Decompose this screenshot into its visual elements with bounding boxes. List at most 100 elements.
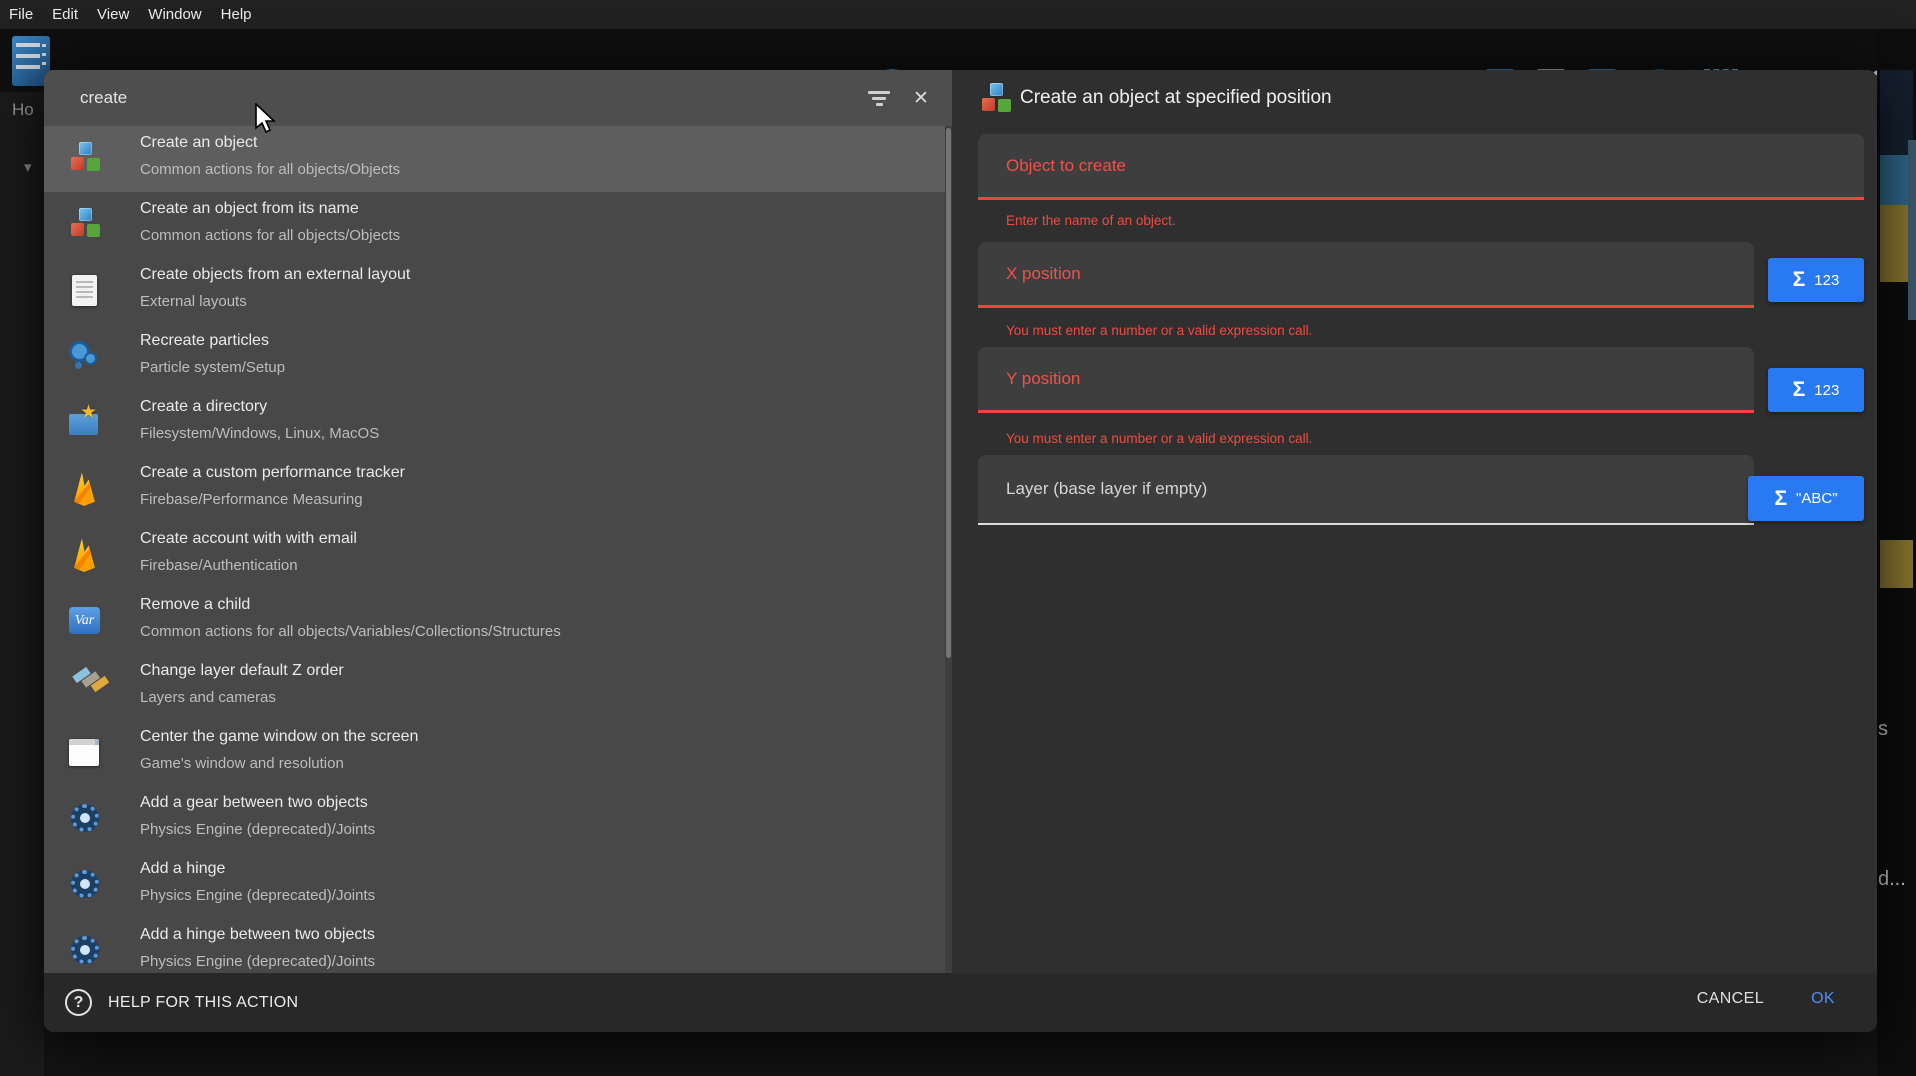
list-item[interactable]: Add a gear between two objects Physics E… [44, 786, 952, 852]
home-tab-partial: Ho [12, 100, 34, 120]
y-position-label: Y position [1006, 369, 1080, 389]
menu-view[interactable]: View [97, 6, 129, 23]
layer-label: Layer (base layer if empty) [1006, 479, 1207, 499]
action-icon [67, 471, 103, 507]
action-subtitle: Firebase/Performance Measuring [140, 491, 363, 508]
action-icon [67, 669, 103, 705]
list-item[interactable]: Add a hinge between two objects Physics … [44, 918, 952, 973]
app-window: File Edit View Window Help PREVIEW PUBLI… [0, 0, 1916, 1076]
filter-icon[interactable] [866, 88, 892, 109]
action-subtitle: Common actions for all objects/Variables… [140, 623, 561, 640]
action-icon: Var [67, 603, 103, 639]
action-subtitle: External layouts [140, 293, 247, 310]
list-item[interactable]: Center the game window on the screen Gam… [44, 720, 952, 786]
y-expression-button-label: 123 [1814, 382, 1839, 399]
menu-help[interactable]: Help [221, 6, 252, 23]
action-title: Create a custom performance tracker [140, 464, 405, 482]
editor-header: Create an object at specified position [978, 82, 1332, 114]
action-title: Add a hinge [140, 860, 225, 878]
new-action-dialog: ✕ Create an object Common actions for al… [44, 70, 1877, 1032]
action-subtitle: Layers and cameras [140, 689, 276, 706]
list-item[interactable]: Create an object from its name Common ac… [44, 192, 952, 258]
menu-bar: File Edit View Window Help [0, 0, 1916, 29]
action-title: Create an object from its name [140, 200, 359, 218]
x-error-text: You must enter a number or a valid expre… [1006, 323, 1312, 338]
chevron-down-icon[interactable]: ▾ [24, 158, 32, 176]
search-bar: ✕ [44, 70, 952, 126]
action-title: Create account with with email [140, 530, 357, 548]
action-subtitle: Common actions for all objects/Objects [140, 161, 400, 178]
sigma-icon: Σ [1774, 487, 1787, 511]
action-icon [67, 405, 103, 441]
action-title: Remove a child [140, 596, 250, 614]
editor-title: Create an object at specified position [1020, 87, 1332, 109]
y-position-field[interactable]: Y position [978, 347, 1754, 413]
help-button[interactable]: ? HELP FOR THIS ACTION [65, 973, 298, 1032]
action-icon [67, 801, 103, 837]
list-item[interactable]: Create a custom performance tracker Fire… [44, 456, 952, 522]
list-item[interactable]: Recreate particles Particle system/Setup [44, 324, 952, 390]
layer-expression-button-label: "ABC" [1796, 490, 1838, 507]
list-item[interactable]: Add a hinge Physics Engine (deprecated)/… [44, 852, 952, 918]
list-item[interactable]: Create a directory Filesystem/Windows, L… [44, 390, 952, 456]
x-expression-button-label: 123 [1814, 272, 1839, 289]
action-subtitle: Particle system/Setup [140, 359, 285, 376]
action-subtitle: Common actions for all objects/Objects [140, 227, 400, 244]
action-title: Change layer default Z order [140, 662, 344, 680]
action-icon [67, 867, 103, 903]
x-expression-button[interactable]: Σ 123 [1768, 258, 1864, 302]
action-title: Create a directory [140, 398, 267, 416]
menu-file[interactable]: File [9, 6, 33, 23]
search-input[interactable] [80, 88, 866, 108]
menu-window[interactable]: Window [148, 6, 201, 23]
action-subtitle: Physics Engine (deprecated)/Joints [140, 887, 375, 904]
action-icon [67, 537, 103, 573]
dialog-footer: ? HELP FOR THIS ACTION CANCEL OK [44, 973, 1877, 1032]
help-icon: ? [65, 989, 92, 1016]
background-text-partial: d... [1878, 868, 1906, 891]
action-title: Add a hinge between two objects [140, 926, 375, 944]
action-subtitle: Physics Engine (deprecated)/Joints [140, 953, 375, 970]
layer-field[interactable]: Layer (base layer if empty) [978, 455, 1754, 525]
action-subtitle: Firebase/Authentication [140, 557, 298, 574]
x-position-field[interactable]: X position [978, 242, 1754, 308]
sigma-icon: Σ [1793, 268, 1806, 292]
list-item[interactable]: Change layer default Z order Layers and … [44, 654, 952, 720]
y-error-text: You must enter a number or a valid expre… [1006, 431, 1312, 446]
list-item[interactable]: Create account with with email Firebase/… [44, 522, 952, 588]
object-to-create-field[interactable]: Object to create [978, 134, 1864, 200]
action-title: Add a gear between two objects [140, 794, 368, 812]
action-icon [67, 273, 103, 309]
background-panel [0, 92, 44, 1076]
background-object [1880, 540, 1913, 588]
action-icon [67, 735, 103, 771]
object-helper-text: Enter the name of an object. [1006, 213, 1176, 228]
object-to-create-label: Object to create [1006, 156, 1126, 176]
action-title: Create objects from an external layout [140, 266, 410, 284]
list-item[interactable]: Create an object Common actions for all … [44, 126, 952, 192]
action-title: Create an object [140, 134, 257, 152]
background-scrollbar [1908, 140, 1916, 320]
action-icon [67, 933, 103, 969]
help-button-label: HELP FOR THIS ACTION [108, 994, 298, 1012]
action-icon [67, 207, 103, 243]
ok-button[interactable]: OK [1811, 990, 1835, 1008]
menu-edit[interactable]: Edit [52, 6, 78, 23]
action-title: Center the game window on the screen [140, 728, 418, 746]
action-list: Create an object Common actions for all … [44, 126, 952, 973]
list-scrollbar-thumb[interactable] [946, 128, 951, 658]
sigma-icon: Σ [1793, 378, 1806, 402]
cancel-button[interactable]: CANCEL [1697, 990, 1764, 1008]
var-icon-label: Var [69, 607, 100, 634]
layer-expression-button[interactable]: Σ "ABC" [1748, 476, 1864, 521]
action-icon [67, 141, 103, 177]
x-position-label: X position [1006, 264, 1081, 284]
cubes-icon [978, 82, 1008, 114]
close-icon[interactable]: ✕ [906, 87, 936, 110]
background-scene-strip: s d... [1877, 29, 1916, 1076]
list-item[interactable]: Create objects from an external layout E… [44, 258, 952, 324]
list-item[interactable]: Var Remove a child Common actions for al… [44, 588, 952, 654]
action-subtitle: Filesystem/Windows, Linux, MacOS [140, 425, 379, 442]
y-expression-button[interactable]: Σ 123 [1768, 368, 1864, 412]
action-subtitle: Physics Engine (deprecated)/Joints [140, 821, 375, 838]
